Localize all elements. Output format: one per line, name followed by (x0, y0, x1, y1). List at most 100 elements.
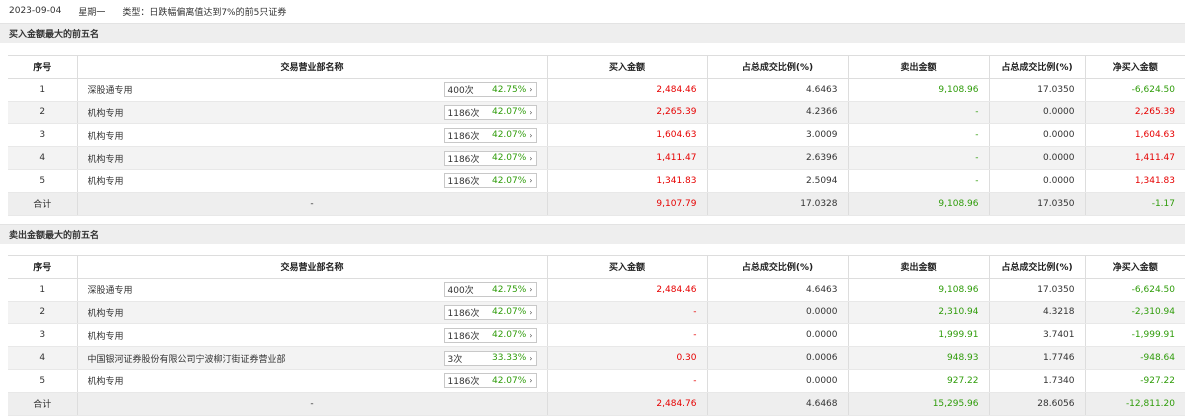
sell-ratio: 17.0350 (989, 278, 1086, 302)
buy-ratio: 2.5094 (707, 169, 849, 193)
chevron-right-icon: › (529, 353, 533, 363)
dept-success-rate: 42.75% (491, 84, 527, 95)
dept-name-link[interactable]: 深股通专用 (88, 83, 133, 96)
dept-count: 1186次 (447, 331, 480, 342)
dept-name-link[interactable]: 机构专用 (88, 152, 124, 165)
sell-ratio: 1.7340 (989, 369, 1086, 393)
dept-wrapper: 机构专用 1186次 42.07% › (88, 327, 537, 343)
buy-ratio: 4.6463 (707, 278, 849, 302)
dept-count: 1186次 (447, 377, 480, 388)
dept-count: 1186次 (447, 108, 480, 119)
dept-cell: 机构专用 1186次 42.07% › (77, 323, 548, 348)
dept-cell: 机构专用 1186次 42.07% › (77, 169, 548, 193)
dept-stats-badge[interactable]: 1186次 42.07% › (443, 373, 537, 389)
dept-cell: 深股通专用 400次 42.75% › (77, 78, 548, 102)
rank-cell: 2 (8, 101, 78, 125)
rank-cell: 4 (8, 346, 78, 370)
chevron-right-icon: › (529, 176, 533, 186)
sell-ratio: 0.0000 (989, 169, 1086, 193)
total-net: -1.17 (1085, 192, 1185, 216)
dept-stats-badge[interactable]: 3次 33.33% › (443, 350, 537, 366)
dept-cell: 机构专用 1186次 42.07% › (77, 146, 548, 170)
dept-success-rate: 42.07% (491, 175, 527, 186)
dept-success-rate: 33.33% (491, 353, 527, 364)
dept-stats-badge[interactable]: 1186次 42.07% › (443, 104, 537, 120)
dept-cell: 机构专用 1186次 42.07% › (77, 101, 548, 125)
net-amount: -2,310.94 (1085, 301, 1185, 325)
sell-section-title: 卖出金额最大的前五名 (0, 224, 1185, 244)
table-header-row: 序号 交易营业部名称 买入金额 占总成交比例(%) 卖出金额 占总成交比例(%)… (8, 55, 1185, 79)
dept-success-rate: 42.07% (491, 375, 527, 386)
dept-success-rate: 42.07% (491, 330, 527, 341)
col-header-dept: 交易营业部名称 (77, 255, 548, 279)
rank-cell: 5 (8, 169, 78, 193)
dept-wrapper: 机构专用 1186次 42.07% › (88, 304, 537, 320)
dept-count: 1186次 (447, 131, 480, 142)
dept-count: 400次 (447, 286, 474, 297)
dept-stats-badge[interactable]: 400次 42.75% › (443, 82, 537, 98)
col-header-sell-ratio: 占总成交比例(%) (989, 255, 1086, 279)
sell-ratio: 0.0000 (989, 146, 1086, 170)
sell-amount: - (848, 101, 990, 125)
dept-stats-badge[interactable]: 1186次 42.07% › (443, 304, 537, 320)
dept-name-link[interactable]: 深股通专用 (88, 283, 133, 296)
total-row: 合计 -2,484.76 4.6468 15,295.96 28.6056 -12,811… (8, 392, 1185, 416)
rank-cell: 4 (8, 146, 78, 170)
dept-stats-badge[interactable]: 1186次 42.07% › (443, 173, 537, 189)
trade-date: 2023-09-04 (9, 6, 62, 16)
buy-ratio: 2.6396 (707, 146, 849, 170)
col-header-buy: 买入金额 (547, 55, 708, 79)
net-amount: 1,604.63 (1085, 123, 1185, 148)
total-label: 合计 (8, 392, 78, 416)
sell-amount: 9,108.96 (848, 78, 990, 102)
dept-cell: 机构专用 1186次 42.07% › (77, 123, 548, 148)
buy-top5-table: 序号 交易营业部名称 买入金额 占总成交比例(%) 卖出金额 占总成交比例(%)… (8, 55, 1185, 216)
chevron-right-icon: › (529, 376, 533, 386)
dept-name-link[interactable]: 中国银河证券股份有限公司宁波柳汀街证券营业部 (88, 352, 286, 365)
dept-stats-badge[interactable]: 1186次 42.07% › (443, 150, 537, 166)
col-header-net: 净买入金额 (1085, 255, 1185, 279)
dept-name-link[interactable]: 机构专用 (88, 329, 124, 342)
dept-name-link[interactable]: 机构专用 (88, 129, 124, 142)
net-amount: -948.64 (1085, 346, 1185, 370)
total-sell: 9,108.96 (848, 192, 990, 216)
total-sell-ratio: 17.0350 (989, 192, 1086, 216)
dept-name-link[interactable]: 机构专用 (88, 106, 124, 119)
sell-amount: 948.93 (848, 346, 990, 370)
dept-wrapper: 深股通专用 400次 42.75% › (88, 282, 537, 298)
dept-wrapper: 机构专用 1186次 42.07% › (88, 173, 537, 189)
dept-stats-badge[interactable]: 1186次 42.07% › (443, 327, 537, 343)
dept-name-link[interactable]: 机构专用 (88, 306, 124, 319)
col-header-no: 序号 (8, 55, 78, 79)
total-buy: 9,107.79 (547, 192, 708, 216)
dept-success-rate: 42.75% (491, 284, 527, 295)
total-buy: 2,484.76 (547, 392, 708, 416)
sell-amount: - (848, 169, 990, 193)
buy-ratio: 0.0000 (707, 301, 849, 325)
buy-section-title: 买入金额最大的前五名 (0, 23, 1185, 43)
rank-cell: 2 (8, 301, 78, 325)
table-header-row: 序号 交易营业部名称 买入金额 占总成交比例(%) 卖出金额 占总成交比例(%)… (8, 255, 1185, 279)
dept-name-link[interactable]: 机构专用 (88, 374, 124, 387)
buy-ratio: 0.0000 (707, 369, 849, 393)
dept-count: 1186次 (447, 308, 480, 319)
dept-stats-badge[interactable]: 400次 42.75% › (443, 282, 537, 298)
chevron-right-icon: › (529, 107, 533, 117)
dept-count: 400次 (447, 86, 474, 97)
sell-amount: 9,108.96 (848, 278, 990, 302)
dept-wrapper: 机构专用 1186次 42.07% › (88, 150, 537, 166)
chevron-right-icon: › (529, 153, 533, 163)
dept-name-link[interactable]: 机构专用 (88, 174, 124, 187)
buy-ratio: 0.0000 (707, 323, 849, 348)
total-net: -12,811.20 (1085, 392, 1185, 416)
dept-stats-badge[interactable]: 1186次 42.07% › (443, 127, 537, 143)
sell-amount: - (848, 146, 990, 170)
chevron-right-icon: › (529, 330, 533, 340)
table-row: 2 机构专用 1186次 42.07% › 2,265.39 4.2366-0.0000 2,… (8, 101, 1185, 125)
col-header-buy-ratio: 占总成交比例(%) (707, 255, 849, 279)
total-sell-ratio: 28.6056 (989, 392, 1086, 416)
sell-ratio: 3.7401 (989, 323, 1086, 348)
total-label: 合计 (8, 192, 78, 216)
dept-success-rate: 42.07% (491, 307, 527, 318)
dept-count: 3次 (447, 354, 463, 365)
